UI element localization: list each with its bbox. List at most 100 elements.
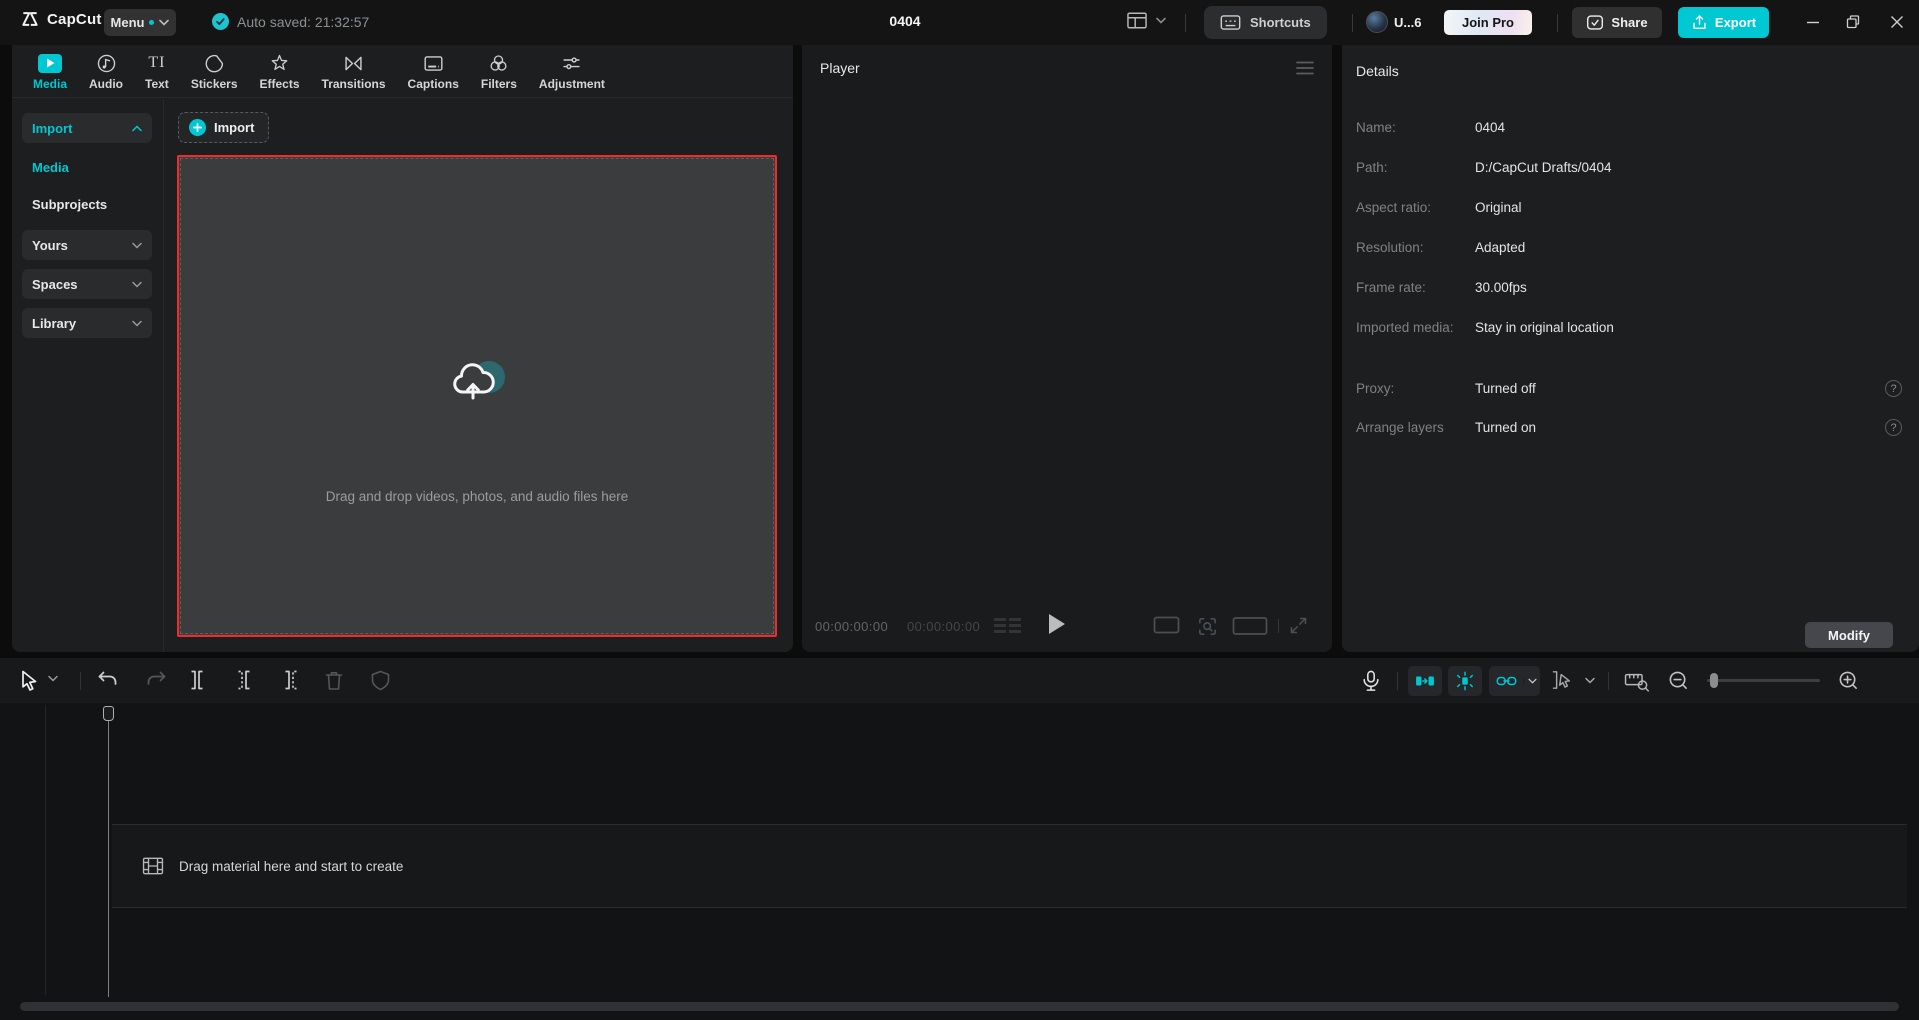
player-menu-icon[interactable] bbox=[1296, 61, 1314, 75]
sidebar-item-yours[interactable]: Yours bbox=[22, 230, 152, 260]
arrange-layers-help-icon[interactable]: ? bbox=[1885, 419, 1902, 436]
tab-adjustment[interactable]: Adjustment bbox=[528, 52, 616, 91]
project-title: 0404 bbox=[889, 13, 920, 29]
export-icon bbox=[1691, 14, 1708, 31]
timeline-zoom-slider[interactable] bbox=[1707, 679, 1820, 682]
export-button[interactable]: Export bbox=[1678, 7, 1769, 38]
detail-row-name: Name: 0404 bbox=[1356, 119, 1896, 137]
zoom-slider-handle[interactable] bbox=[1710, 673, 1718, 688]
captions-icon bbox=[423, 52, 444, 74]
import-button[interactable]: Import bbox=[178, 112, 269, 143]
chevron-down-icon[interactable] bbox=[1523, 678, 1540, 684]
timeline-area[interactable]: Drag material here and start to create bbox=[0, 703, 1919, 1020]
proxy-help-icon[interactable]: ? bbox=[1885, 380, 1902, 397]
magnetic-snap-toggle[interactable] bbox=[1448, 666, 1482, 696]
app-name: CapCut bbox=[47, 11, 102, 28]
detail-row-path: Path: D:/CapCut Drafts/0404 bbox=[1356, 159, 1896, 177]
playhead-line bbox=[108, 719, 109, 997]
timeline-horizontal-scrollbar[interactable] bbox=[20, 1002, 1899, 1011]
details-title: Details bbox=[1356, 63, 1399, 79]
detail-row-resolution: Resolution: Adapted bbox=[1356, 239, 1896, 257]
tab-audio[interactable]: Audio bbox=[78, 52, 134, 91]
player-title: Player bbox=[820, 60, 860, 76]
delete-right-icon[interactable] bbox=[281, 670, 301, 690]
autosave-text: Auto saved: 21:32:57 bbox=[237, 14, 369, 30]
play-button[interactable] bbox=[1047, 612, 1067, 636]
redo-icon[interactable] bbox=[145, 670, 167, 690]
topbar-divider bbox=[1352, 14, 1353, 32]
window-minimize-button[interactable] bbox=[1798, 8, 1828, 36]
media-icon bbox=[38, 52, 62, 74]
window-close-button[interactable] bbox=[1882, 8, 1912, 36]
zoom-out-icon[interactable] bbox=[1668, 670, 1689, 691]
tab-captions[interactable]: Captions bbox=[397, 52, 470, 91]
layout-mode-control[interactable] bbox=[1126, 11, 1166, 30]
tab-stickers[interactable]: Stickers bbox=[180, 52, 249, 91]
empty-track-placeholder[interactable]: Drag material here and start to create bbox=[112, 824, 1907, 908]
dropzone-hint-text: Drag and drop videos, photos, and audio … bbox=[179, 489, 775, 504]
shortcuts-label: Shortcuts bbox=[1250, 15, 1311, 30]
split-icon[interactable] bbox=[187, 670, 207, 690]
record-voiceover-icon[interactable] bbox=[1361, 670, 1381, 692]
window-restore-button[interactable] bbox=[1838, 8, 1868, 36]
shortcuts-button[interactable]: Shortcuts bbox=[1204, 6, 1327, 39]
chevron-down-icon bbox=[159, 19, 169, 26]
media-tab-strip: Media Audio TI Text Stickers Effects Tra… bbox=[12, 45, 793, 98]
track-header-divider bbox=[45, 705, 46, 995]
zoom-in-icon[interactable] bbox=[1838, 670, 1859, 691]
sidebar-item-media[interactable]: Media bbox=[22, 152, 152, 182]
preview-axis-icon[interactable] bbox=[1550, 670, 1576, 690]
user-account-chip[interactable]: U...6 bbox=[1366, 11, 1421, 33]
link-clips-toggle[interactable] bbox=[1489, 666, 1540, 696]
player-panel: Player 00:00:00:00 00:00:00:00 bbox=[802, 45, 1332, 652]
tab-text[interactable]: TI Text bbox=[134, 52, 180, 91]
select-tool-icon[interactable] bbox=[20, 670, 39, 691]
chevron-down-icon bbox=[132, 242, 142, 249]
playhead-handle[interactable] bbox=[103, 706, 114, 721]
adapt-timeline-icon[interactable] bbox=[1624, 670, 1650, 692]
timecode-total: 00:00:00:00 bbox=[907, 619, 980, 634]
transitions-icon bbox=[343, 52, 364, 74]
aspect-ratio-icon[interactable] bbox=[1153, 615, 1180, 635]
tab-filters[interactable]: Filters bbox=[470, 52, 528, 91]
film-icon bbox=[142, 857, 164, 875]
zoom-frame-icon[interactable] bbox=[1196, 615, 1219, 638]
sidebar-item-subprojects[interactable]: Subprojects bbox=[22, 189, 152, 219]
sidebar-item-spaces[interactable]: Spaces bbox=[22, 269, 152, 299]
menu-button[interactable]: Menu bbox=[104, 9, 176, 36]
menu-label: Menu bbox=[111, 15, 145, 30]
tab-media[interactable]: Media bbox=[22, 52, 78, 91]
player-header: Player bbox=[802, 45, 1332, 90]
delete-left-icon[interactable] bbox=[234, 670, 254, 690]
top-bar: CapCut Menu Auto saved: 21:32:57 0404 Sh… bbox=[0, 0, 1919, 45]
frame-preview-icon[interactable] bbox=[994, 618, 1024, 634]
player-controls-divider bbox=[1278, 619, 1279, 633]
sidebar-item-import[interactable]: Import bbox=[22, 113, 152, 143]
detail-row-arrange-layers: Arrange layers Turned on bbox=[1356, 419, 1896, 437]
tab-transitions[interactable]: Transitions bbox=[311, 52, 397, 91]
import-button-label: Import bbox=[214, 120, 254, 135]
undo-icon[interactable] bbox=[97, 670, 119, 690]
sidebar-item-library[interactable]: Library bbox=[22, 308, 152, 338]
preview-axis-chevron-icon[interactable] bbox=[1585, 677, 1595, 684]
canvas-size-icon[interactable] bbox=[1232, 615, 1268, 637]
mask-shield-icon[interactable] bbox=[371, 670, 390, 691]
select-tool-chevron-icon[interactable] bbox=[48, 675, 58, 682]
tab-effects[interactable]: Effects bbox=[249, 52, 311, 91]
fullscreen-icon[interactable] bbox=[1288, 615, 1309, 636]
join-pro-button[interactable]: Join Pro bbox=[1444, 10, 1532, 35]
close-gap-toggle[interactable] bbox=[1408, 666, 1442, 696]
filters-icon bbox=[488, 52, 509, 74]
delete-icon[interactable] bbox=[324, 670, 344, 691]
autosave-status: Auto saved: 21:32:57 bbox=[212, 13, 369, 30]
audio-icon bbox=[96, 52, 117, 74]
media-dropzone[interactable]: Drag and drop videos, photos, and audio … bbox=[177, 155, 777, 637]
plus-icon bbox=[189, 119, 206, 136]
topbar-divider bbox=[1185, 14, 1186, 32]
toolbar-divider bbox=[1397, 672, 1398, 690]
share-label: Share bbox=[1611, 15, 1647, 30]
link-icon bbox=[1489, 674, 1523, 688]
share-icon bbox=[1586, 14, 1604, 31]
share-button[interactable]: Share bbox=[1572, 7, 1662, 38]
modify-button[interactable]: Modify bbox=[1805, 622, 1893, 648]
